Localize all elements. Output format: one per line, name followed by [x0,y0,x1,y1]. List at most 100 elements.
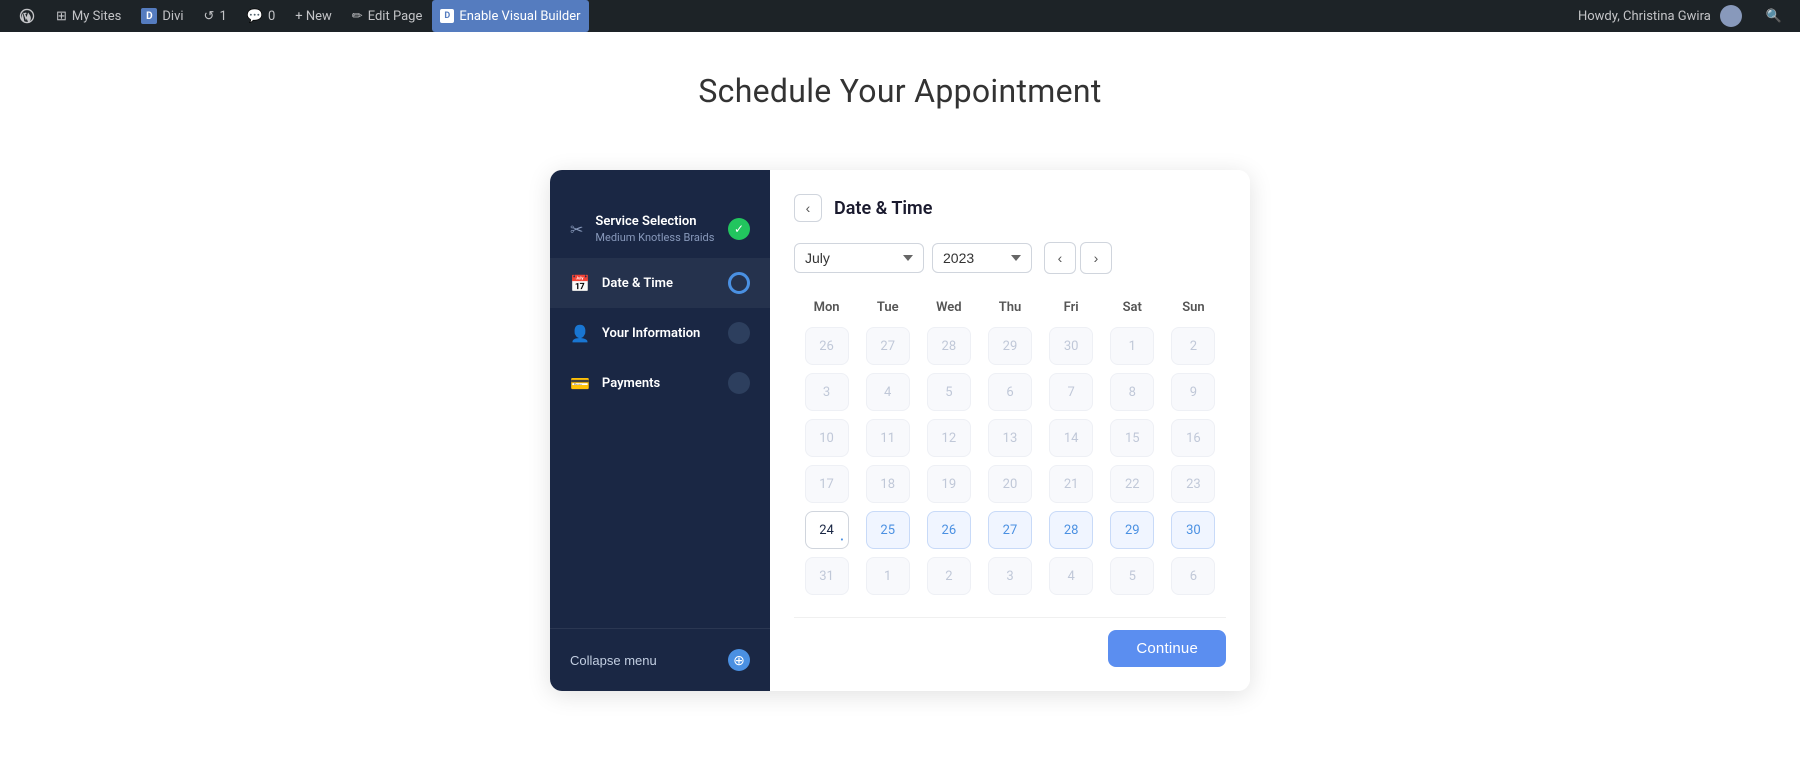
day-6-disabled: 6 [988,373,1032,411]
day-5-outside-month: 5 [1110,557,1154,595]
date-time-indicator [728,272,750,294]
cal-day-cell: 4 [859,371,916,413]
divi-icon: D [141,8,157,24]
card-icon: 💳 [570,374,590,393]
day-16-disabled: 16 [1171,419,1215,457]
cal-day-cell: 13 [981,417,1038,459]
day-4-disabled: 4 [866,373,910,411]
col-mon: Mon [798,294,855,321]
panel-title: Date & Time [834,198,932,219]
day-24-today[interactable]: 24 [805,511,849,549]
cal-day-cell: 6 [981,371,1038,413]
cal-day-cell: 30 [1165,509,1222,551]
appointment-widget: ✂ Service Selection Medium Knotless Brai… [550,170,1250,691]
day-6-outside-month: 6 [1171,557,1215,595]
comments-count: 0 [268,9,275,24]
month-select[interactable]: January February March April May June Ju… [794,243,924,273]
my-sites-item[interactable]: ⊞ My Sites [46,0,131,32]
divi-item[interactable]: D Divi [131,0,193,32]
cal-day-cell: 4 [1043,555,1100,597]
day-23-disabled: 23 [1171,465,1215,503]
cal-day-cell: 1 [1104,325,1161,367]
calendar-week-0: 262728293012 [798,325,1222,367]
day-3-disabled: 3 [805,373,849,411]
sidebar-footer: Collapse menu ⊕ [550,628,770,691]
step-payments[interactable]: 💳 Payments [550,358,770,408]
cal-day-cell: 8 [1104,371,1161,413]
day-29-available[interactable]: 29 [1110,511,1154,549]
collapse-menu-button[interactable]: Collapse menu ⊕ [570,649,750,671]
col-sat: Sat [1104,294,1161,321]
col-thu: Thu [981,294,1038,321]
step-service-selection[interactable]: ✂ Service Selection Medium Knotless Brai… [550,200,770,258]
day-30-available[interactable]: 30 [1171,511,1215,549]
cal-day-cell: 27 [981,509,1038,551]
divi-logo-icon: D [440,9,454,23]
search-item[interactable]: 🔍 [1756,0,1792,32]
day-11-disabled: 11 [866,419,910,457]
wp-logo-item[interactable] [8,0,46,32]
col-sun: Sun [1165,294,1222,321]
revisions-count: 1 [219,9,226,24]
cal-day-cell: 17 [798,463,855,505]
day-22-disabled: 22 [1110,465,1154,503]
edit-page-item[interactable]: ✏ Edit Page [342,0,433,32]
my-sites-label: My Sites [72,9,121,24]
new-item[interactable]: + New [285,0,342,32]
page-title: Schedule Your Appointment [60,72,1740,110]
cal-day-cell: 3 [798,371,855,413]
revisions-icon: ↺ [204,9,215,24]
step-your-information[interactable]: 👤 Your Information [550,308,770,358]
cal-day-cell: 12 [920,417,977,459]
main-content: Schedule Your Appointment ✂ Service Sele… [0,32,1800,783]
day-30-outside-month: 30 [1049,327,1093,365]
admin-bar: ⊞ My Sites D Divi ↺ 1 💬 0 + New ✏ Edit P… [0,0,1800,32]
calendar-week-3: 17181920212223 [798,463,1222,505]
cal-day-cell: 31 [798,555,855,597]
year-select[interactable]: 2022 2023 2024 [932,243,1032,273]
collapse-menu-label: Collapse menu [570,653,657,668]
day-5-disabled: 5 [927,373,971,411]
calendar-grid: Mon Tue Wed Thu Fri Sat Sun 262728293012… [794,290,1226,601]
day-25-available[interactable]: 25 [866,511,910,549]
sites-icon: ⊞ [56,9,67,24]
cal-day-cell: 16 [1165,417,1222,459]
day-1-outside-month: 1 [866,557,910,595]
calendar-icon: 📅 [570,274,590,293]
day-2-outside-month: 2 [927,557,971,595]
col-fri: Fri [1043,294,1100,321]
cal-day-cell: 26 [798,325,855,367]
cal-day-cell: 28 [1043,509,1100,551]
cal-day-cell: 22 [1104,463,1161,505]
col-tue: Tue [859,294,916,321]
cal-day-cell: 14 [1043,417,1100,459]
day-12-disabled: 12 [927,419,971,457]
day-26-outside-month: 26 [805,327,849,365]
user-greeting[interactable]: Howdy, Christina Gwira [1568,0,1752,32]
payments-indicator [728,372,750,394]
cal-day-cell: 2 [920,555,977,597]
cal-day-cell: 25 [859,509,916,551]
prev-month-button[interactable]: ‹ [1044,242,1076,274]
greeting-text: Howdy, Christina Gwira [1578,9,1711,24]
cal-day-cell: 5 [920,371,977,413]
back-button[interactable]: ‹ [794,194,822,222]
day-27-available[interactable]: 27 [988,511,1032,549]
day-19-disabled: 19 [927,465,971,503]
panel-footer: Continue [794,617,1226,667]
cal-day-cell: 15 [1104,417,1161,459]
comments-item[interactable]: 💬 0 [237,0,286,32]
cal-day-cell: 26 [920,509,977,551]
visual-builder-item[interactable]: D Enable Visual Builder [432,0,588,32]
day-28-outside-month: 28 [927,327,971,365]
service-complete-indicator: ✓ [728,218,750,240]
new-label: + New [295,9,332,24]
day-28-available[interactable]: 28 [1049,511,1093,549]
day-2-disabled: 2 [1171,327,1215,365]
revisions-item[interactable]: ↺ 1 [194,0,237,32]
next-month-button[interactable]: › [1080,242,1112,274]
comments-icon: 💬 [247,9,263,24]
continue-button[interactable]: Continue [1108,630,1226,667]
step-date-time[interactable]: 📅 Date & Time [550,258,770,308]
day-26-available[interactable]: 26 [927,511,971,549]
